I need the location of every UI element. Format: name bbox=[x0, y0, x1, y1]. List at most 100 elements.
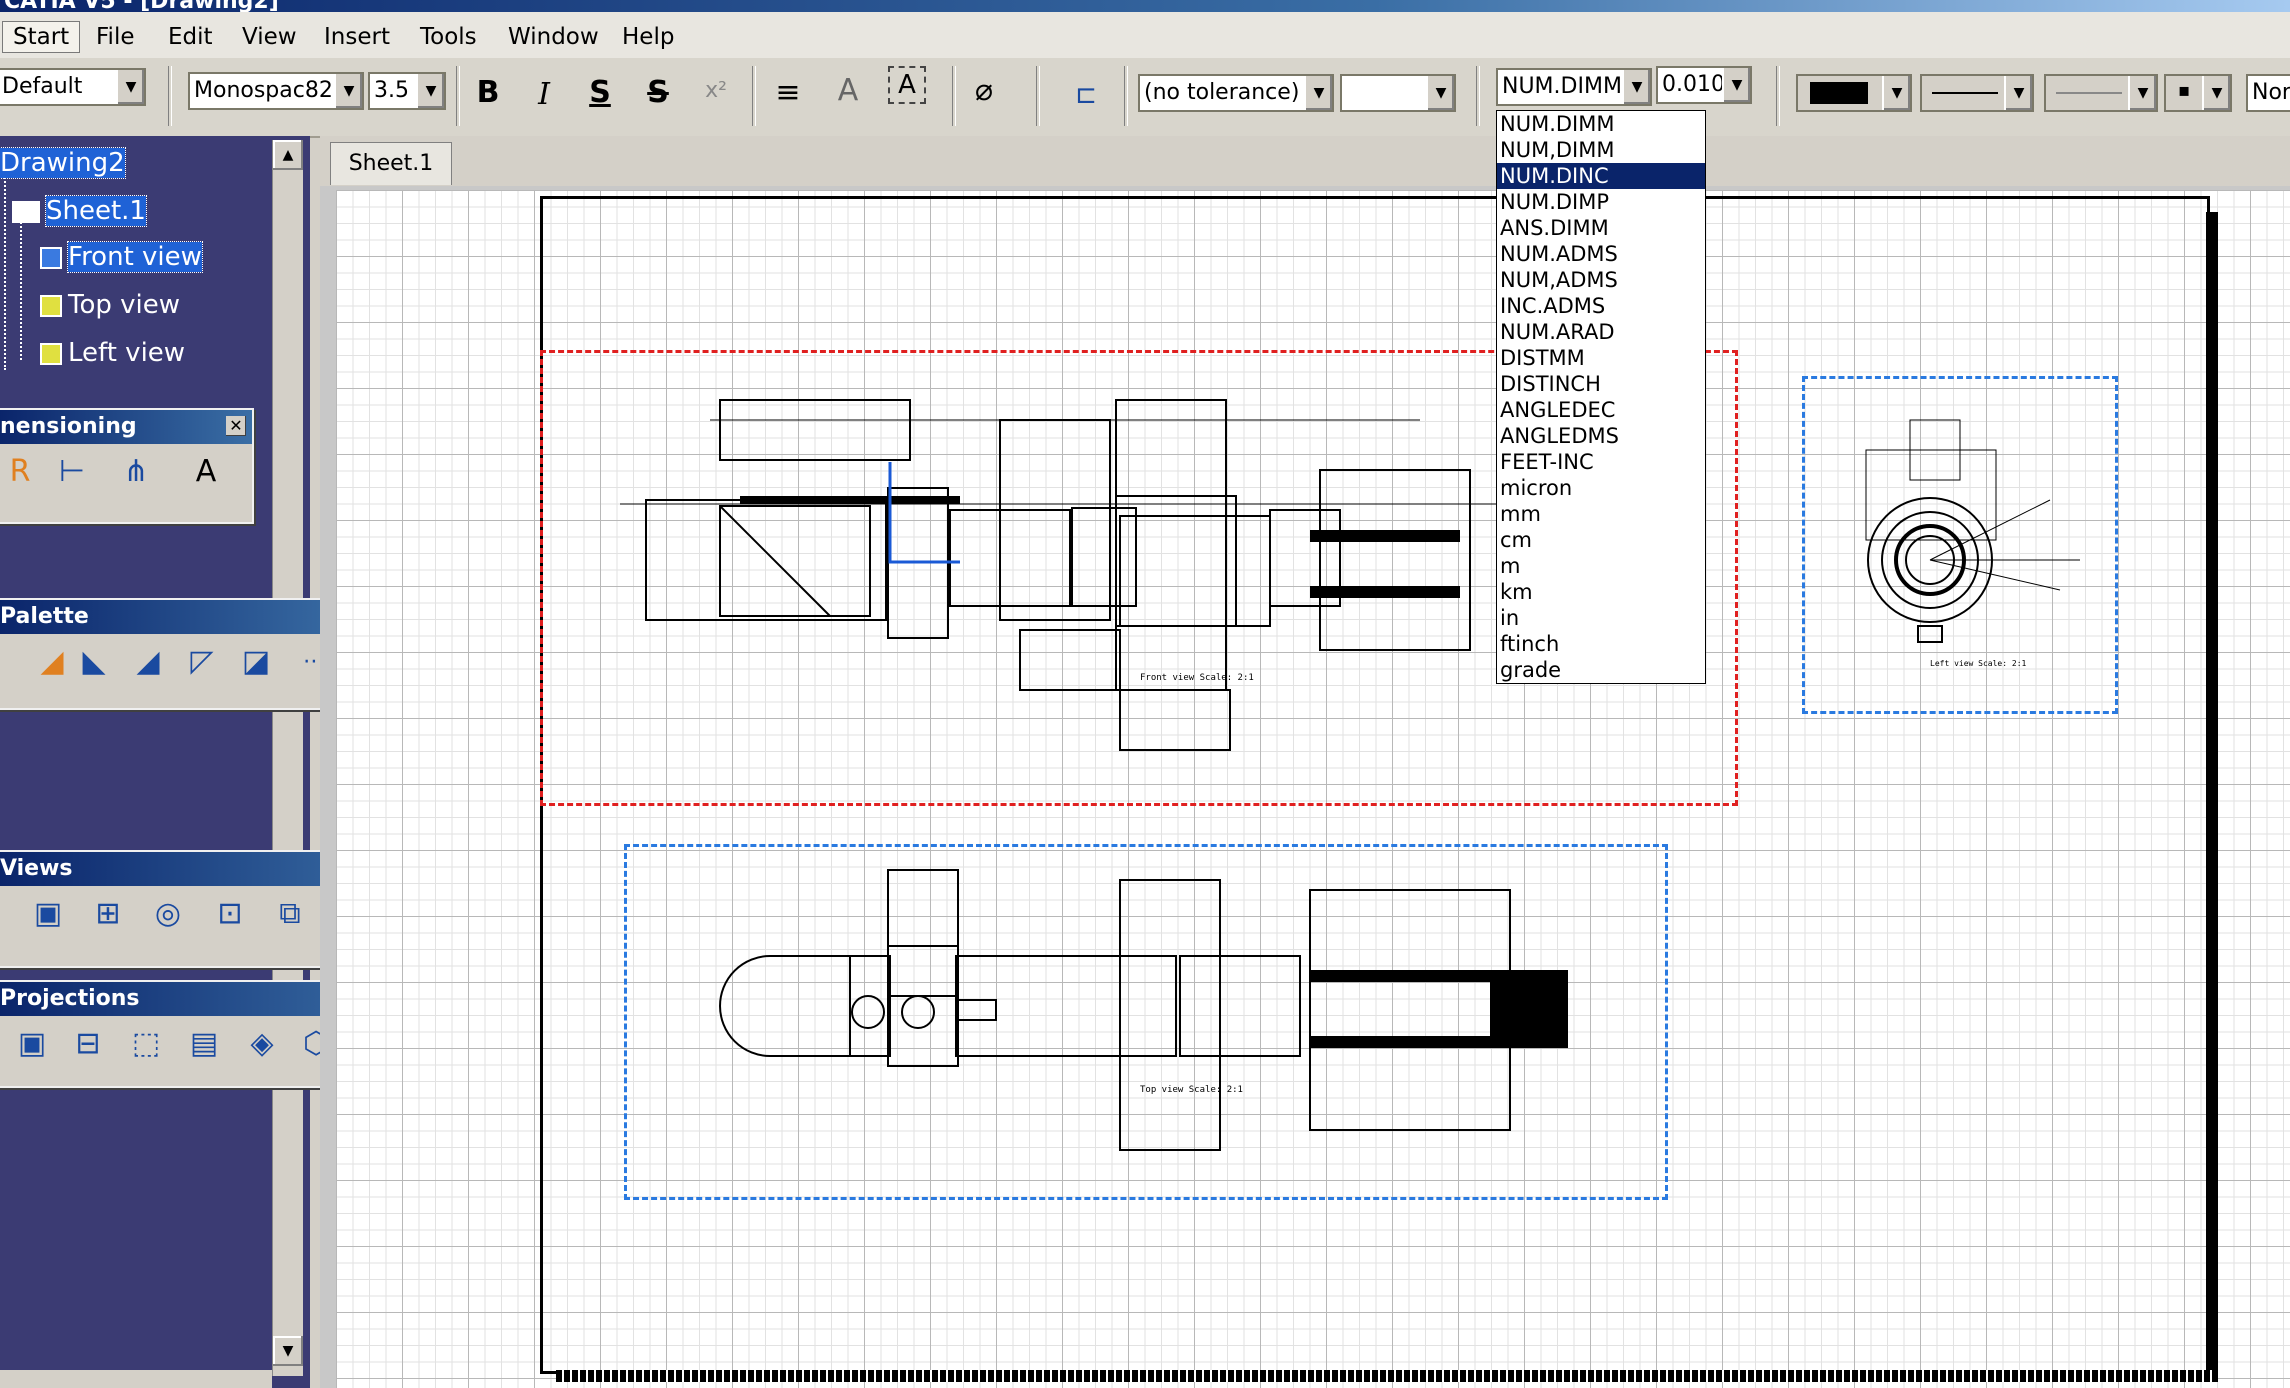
chevron-down-icon[interactable]: ▼ bbox=[1426, 76, 1454, 110]
sheet-tab[interactable]: Sheet.1 bbox=[330, 142, 452, 185]
dropdown-option[interactable]: micron bbox=[1497, 475, 1705, 501]
text-frame-icon[interactable]: A bbox=[826, 66, 870, 116]
dropdown-option[interactable]: DISTINCH bbox=[1497, 371, 1705, 397]
projection-front-icon[interactable]: ▣ bbox=[12, 1024, 52, 1064]
tree-left-view[interactable]: Left view bbox=[40, 338, 185, 368]
radius-dimension-icon[interactable]: R bbox=[0, 452, 40, 492]
dropdown-option[interactable]: ANGLEDMS bbox=[1497, 423, 1705, 449]
style-select[interactable]: Default ▼ bbox=[0, 68, 146, 106]
strikethrough-button[interactable]: S bbox=[636, 68, 680, 118]
numerical-format-dropdown[interactable]: NUM.DIMM NUM,DIMM NUM.DINC NUM.DIMP ANS.… bbox=[1496, 110, 1706, 684]
superscript-button[interactable]: x² bbox=[694, 66, 738, 116]
dimension-icon[interactable]: ⊢ bbox=[52, 452, 92, 492]
linetype-select[interactable]: ▼ bbox=[1920, 74, 2034, 112]
dropdown-option[interactable]: NUM.ARAD bbox=[1497, 319, 1705, 345]
menu-window[interactable]: Window bbox=[498, 22, 609, 52]
dimension-tolerance-icon[interactable]: ⌀ bbox=[962, 66, 1006, 116]
dimension-line-icon[interactable]: ⊏ bbox=[1064, 70, 1108, 120]
part-outline bbox=[955, 955, 1177, 1057]
anchor-frame-icon[interactable]: A bbox=[888, 66, 926, 104]
underline-button[interactable]: S bbox=[578, 68, 622, 118]
tree-hscrollbar[interactable] bbox=[0, 1370, 272, 1388]
chevron-down-icon[interactable]: ▼ bbox=[2128, 76, 2156, 110]
thickness-select[interactable]: ▼ bbox=[2044, 74, 2158, 112]
scroll-down-icon[interactable]: ▼ bbox=[273, 1336, 303, 1366]
tree-root-drawing[interactable]: Drawing2 bbox=[0, 147, 126, 179]
dropdown-option[interactable]: FEET-INC bbox=[1497, 449, 1705, 475]
section-view-icon[interactable]: ⊞ bbox=[88, 894, 128, 934]
chevron-down-icon[interactable]: ▼ bbox=[2202, 76, 2230, 110]
palette-tool-icon[interactable]: ◪ bbox=[236, 642, 276, 682]
dropdown-option[interactable]: NUM,DIMM bbox=[1497, 137, 1705, 163]
scroll-up-icon[interactable]: ▲ bbox=[273, 140, 303, 170]
dropdown-option[interactable]: in bbox=[1497, 605, 1705, 631]
font-size-value: 3.5 bbox=[374, 78, 409, 103]
chevron-down-icon[interactable]: ▼ bbox=[1882, 76, 1910, 110]
dropdown-option[interactable]: NUM.DIMP bbox=[1497, 189, 1705, 215]
menu-tools[interactable]: Tools bbox=[410, 22, 487, 52]
dropdown-option[interactable]: ANS.DIMM bbox=[1497, 215, 1705, 241]
dropdown-option[interactable]: mm bbox=[1497, 501, 1705, 527]
dropdown-option[interactable]: NUM.DIMM bbox=[1497, 111, 1705, 137]
menu-bar: Start File Edit View Insert Tools Window… bbox=[0, 12, 2290, 59]
color-select[interactable]: ▼ bbox=[1796, 74, 1912, 112]
tolerance-value-select[interactable]: ▼ bbox=[1340, 74, 1456, 112]
close-icon[interactable]: ✕ bbox=[226, 416, 246, 436]
palette-tool-icon[interactable]: ◢ bbox=[128, 642, 168, 682]
menu-insert[interactable]: Insert bbox=[314, 22, 400, 52]
chevron-down-icon[interactable]: ▼ bbox=[1304, 76, 1332, 110]
bold-button[interactable]: B bbox=[466, 68, 510, 118]
tolerance-select[interactable]: (no tolerance) ▼ bbox=[1138, 74, 1334, 112]
font-select[interactable]: Monospac821 ▼ bbox=[188, 72, 364, 110]
dropdown-option[interactable]: grade bbox=[1497, 657, 1705, 683]
dropdown-option[interactable]: NUM,ADMS bbox=[1497, 267, 1705, 293]
projection-view-icon[interactable]: ▤ bbox=[184, 1024, 224, 1064]
clipping-view-icon[interactable]: ⊡ bbox=[210, 894, 250, 934]
chevron-down-icon[interactable]: ▼ bbox=[116, 70, 144, 104]
tree-top-view[interactable]: Top view bbox=[40, 290, 180, 320]
dropdown-option[interactable]: cm bbox=[1497, 527, 1705, 553]
tolerance-icon[interactable]: ⋔ bbox=[116, 452, 156, 492]
font-size-select[interactable]: 3.5 ▼ bbox=[368, 72, 446, 110]
palette-tool-icon[interactable]: ◸ bbox=[182, 642, 222, 682]
align-left-icon[interactable]: ≡ bbox=[766, 68, 810, 118]
menu-edit[interactable]: Edit bbox=[158, 22, 223, 52]
front-view-icon[interactable]: ▣ bbox=[28, 894, 68, 934]
line-end-select[interactable]: Non bbox=[2246, 74, 2290, 112]
auxiliary-view-icon[interactable]: ◈ bbox=[242, 1024, 282, 1064]
menu-file[interactable]: File bbox=[86, 22, 145, 52]
detail-view-icon[interactable]: ◎ bbox=[148, 894, 188, 934]
palette-tool-icon[interactable]: ◣ bbox=[74, 642, 114, 682]
dropdown-option[interactable]: ANGLEDEC bbox=[1497, 397, 1705, 423]
projection-3d-icon[interactable]: ⬚ bbox=[126, 1024, 166, 1064]
numerical-format-select[interactable]: NUM.DIMM ▼ bbox=[1496, 68, 1652, 106]
italic-button[interactable]: I bbox=[522, 70, 566, 120]
dropdown-option[interactable]: km bbox=[1497, 579, 1705, 605]
tree-sheet[interactable]: Sheet.1 bbox=[12, 195, 147, 227]
dropdown-option[interactable]: m bbox=[1497, 553, 1705, 579]
chevron-down-icon[interactable]: ▼ bbox=[2004, 76, 2032, 110]
tree-scrollbar[interactable]: ▲ ▼ bbox=[272, 140, 303, 1376]
menu-view[interactable]: View bbox=[232, 22, 307, 52]
precision-select[interactable]: 0.010 ▼ bbox=[1656, 66, 1752, 104]
point-style-select[interactable]: ▪ ▼ bbox=[2164, 74, 2232, 112]
dropdown-option[interactable]: ftinch bbox=[1497, 631, 1705, 657]
separator bbox=[168, 66, 172, 126]
text-icon[interactable]: A bbox=[186, 452, 226, 492]
dropdown-option[interactable]: NUM.ADMS bbox=[1497, 241, 1705, 267]
dropdown-option[interactable]: DISTMM bbox=[1497, 345, 1705, 371]
dropdown-option[interactable]: INC.ADMS bbox=[1497, 293, 1705, 319]
chevron-down-icon[interactable]: ▼ bbox=[1722, 68, 1750, 102]
separator bbox=[1036, 66, 1040, 126]
menu-help[interactable]: Help bbox=[612, 22, 684, 52]
chevron-down-icon[interactable]: ▼ bbox=[416, 74, 444, 108]
chevron-down-icon[interactable]: ▼ bbox=[1622, 70, 1650, 104]
top-view-geometry: Top view Scale: 2:1 bbox=[719, 869, 1568, 1151]
chevron-down-icon[interactable]: ▼ bbox=[334, 74, 362, 108]
projection-unfolded-icon[interactable]: ⊟ bbox=[68, 1024, 108, 1064]
palette-tool-icon[interactable]: ◢ bbox=[32, 642, 72, 682]
menu-start[interactable]: Start bbox=[2, 21, 81, 53]
dropdown-option-selected[interactable]: NUM.DINC bbox=[1497, 163, 1705, 189]
broken-view-icon[interactable]: ⧉ bbox=[270, 894, 310, 934]
tree-front-view[interactable]: Front view bbox=[40, 241, 203, 273]
